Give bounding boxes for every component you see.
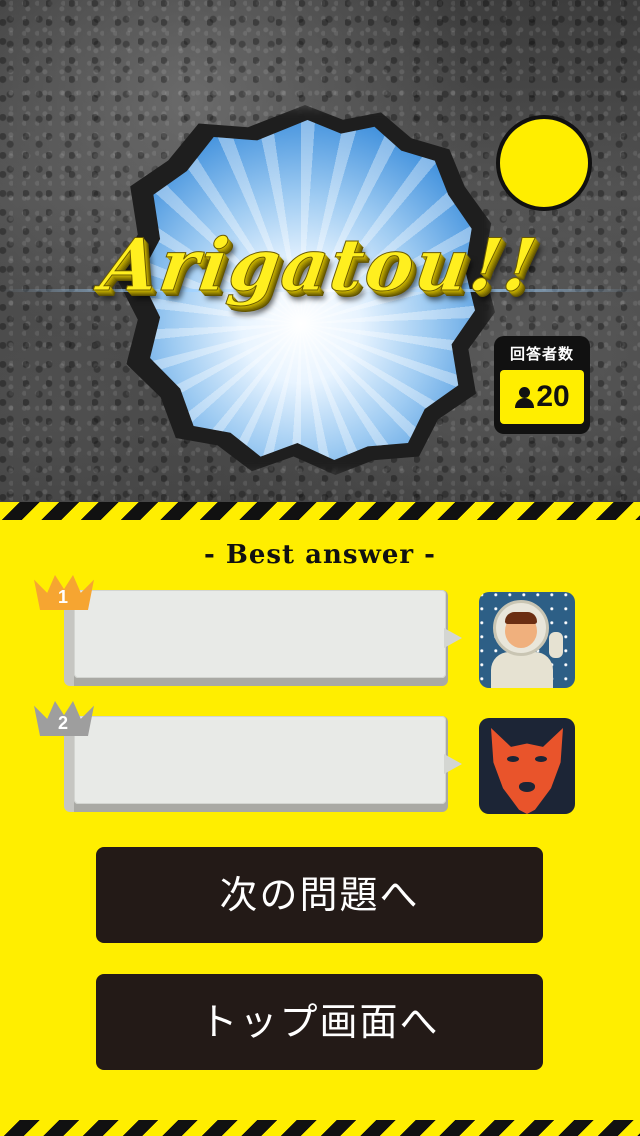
answer-row: 1: [0, 572, 640, 688]
answer-row: 2: [0, 698, 640, 814]
wolf-nose: [519, 782, 535, 792]
astronaut-avatar[interactable]: [479, 592, 575, 688]
astronaut-hair: [505, 612, 537, 624]
result-circle-icon: [496, 115, 592, 211]
wolf-eye: [535, 756, 547, 762]
hazard-stripe-bottom: [0, 1120, 640, 1136]
wolf-avatar[interactable]: [479, 718, 575, 814]
rank-number: 2: [57, 713, 68, 733]
astronaut-hand: [549, 632, 563, 658]
responders-count-box: 20: [500, 370, 584, 424]
answer-bubble: [74, 590, 446, 678]
hero-banner: Arigatou!! 回答者数 20: [0, 0, 640, 505]
responders-badge: 回答者数 20: [494, 336, 590, 434]
hazard-stripe-top: [0, 502, 640, 520]
bubble-tail: [444, 754, 462, 774]
answer-bubble: [74, 716, 446, 804]
page-title: Arigatou!!: [96, 222, 544, 308]
bubble-tail: [444, 628, 462, 648]
best-answer-panel: - Best answer - 1 2 次の問題へ トップ画面へ: [0, 520, 640, 1120]
astronaut-body: [491, 652, 553, 688]
wolf-eye: [507, 756, 519, 762]
best-answer-heading: - Best answer -: [204, 540, 436, 570]
person-icon: [514, 385, 535, 409]
wolf-head: [491, 728, 563, 814]
top-screen-button[interactable]: トップ画面へ: [96, 974, 543, 1070]
responders-count: 20: [536, 380, 570, 413]
responders-label: 回答者数: [509, 345, 574, 363]
next-question-button[interactable]: 次の問題へ: [96, 847, 543, 943]
rank-number: 1: [57, 587, 68, 607]
